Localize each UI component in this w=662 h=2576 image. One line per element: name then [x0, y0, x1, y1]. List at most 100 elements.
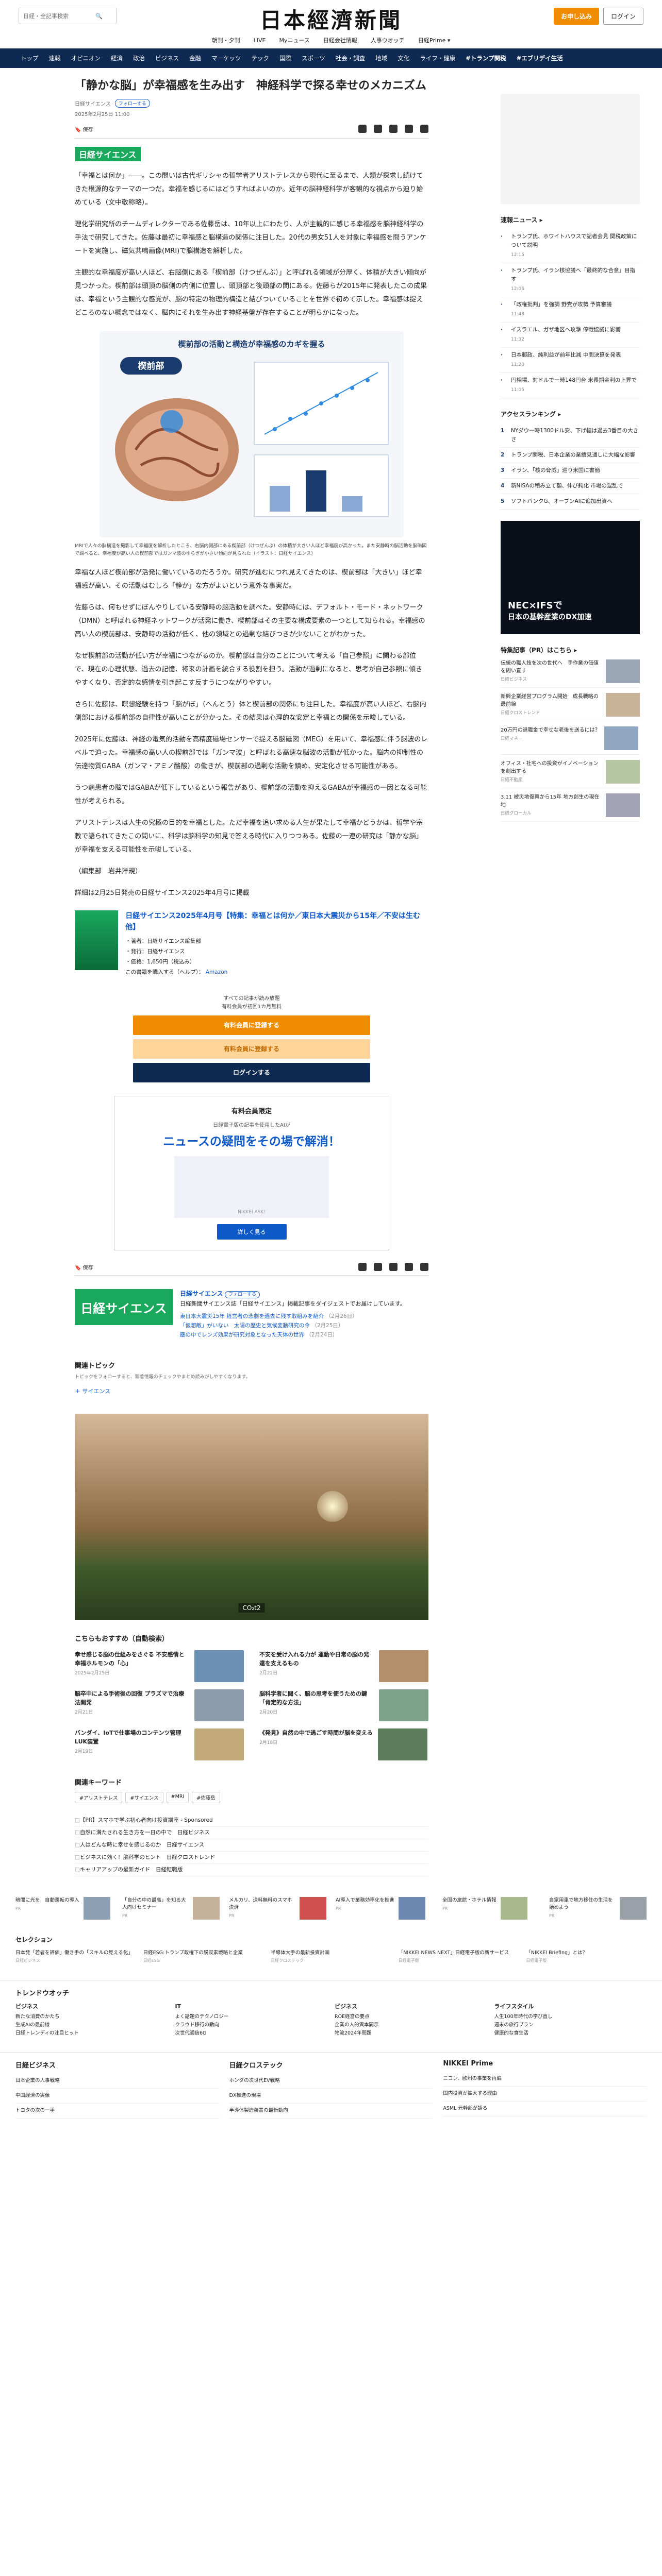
trend-link[interactable]: 週末の旅行プラン [494, 2021, 647, 2029]
news-item[interactable]: · イスラエル、ガザ地区へ攻撃 停戦協議に影響 11:32 [501, 323, 640, 348]
subscribe-button[interactable]: お申し込み [553, 7, 599, 25]
video-player[interactable]: CO₂t2 [75, 1414, 428, 1620]
selection-item[interactable]: 日本発「若者を評価」働き手の「スキルの見える化」 日経ビジネス [15, 1949, 136, 1964]
source-name[interactable]: 日経サイエンス [180, 1290, 223, 1297]
subnav-item[interactable]: Myニュース [279, 36, 309, 44]
trend-link[interactable]: 物流2024年問題 [335, 2029, 487, 2038]
trend-link[interactable]: ROE経営の要点 [335, 2013, 487, 2021]
x-share-icon[interactable] [389, 1263, 398, 1271]
ranking-item[interactable]: 1 NYダウ一時1300ドル安、下げ幅は過去3番目の大きさ [501, 423, 640, 448]
source-article-link[interactable]: 「仮想敵」がいない 太陽の歴史と気候変動研究の今 （2月25日） [180, 1321, 406, 1330]
selection-item[interactable]: 「NIKKEI Briefing」とは？ 日経電子版 [526, 1949, 647, 1964]
pr-cell[interactable]: AI導入で業務効率化を推進 PR [336, 1897, 433, 1920]
selection-item[interactable]: 日経ESG:トランプ政権下の脱炭素戦略と企業 日経ESG [143, 1949, 264, 1964]
pr-link[interactable]: ビジネスに効く！脳科学のヒント 日経クロストレンド [75, 1852, 428, 1864]
facebook-share-icon[interactable] [405, 1263, 413, 1271]
special-item[interactable]: 伝統の職人技を次の世代へ 手作業の価値を問い直す 日経ビジネス [501, 659, 640, 688]
nav-item[interactable]: マーケッツ [211, 54, 241, 62]
print-icon[interactable] [358, 1263, 367, 1271]
nav-item[interactable]: 社会・調査 [336, 54, 366, 62]
sidebar-ad[interactable] [501, 94, 640, 204]
news-item[interactable]: · 「政権批判」を強調 野党が攻勢 予算審議 11:48 [501, 297, 640, 323]
nav-item[interactable]: 政治 [133, 54, 145, 62]
pr-cell[interactable]: 「自分の中の最高」を知る大人向けセミナー PR [122, 1897, 220, 1920]
subnav-item[interactable]: 日経会社情報 [323, 36, 357, 44]
brand-title[interactable]: 日経クロステック [229, 2060, 433, 2070]
selection-item[interactable]: 半導体大手の最新投資計画 日経クロステック [271, 1949, 391, 1964]
news-item[interactable]: · 日本郵政、純利益が前年比減 中間決算を発表 11:20 [501, 348, 640, 373]
nav-item[interactable]: 速報 [49, 54, 61, 62]
source-article-link[interactable]: 東日本大震災15年 経営者の悲劇を過去に残す取組みを紹介 （2月26日） [180, 1312, 406, 1321]
brand-link[interactable]: 中国経済の実像 [15, 2089, 219, 2104]
print-icon[interactable] [358, 125, 367, 133]
trend-link[interactable]: 日経トレンディの注目ヒット [15, 2029, 168, 2038]
search-box[interactable]: 🔍 [19, 8, 117, 24]
selection-item[interactable]: 「NIKKEI NEWS NEXT」日経電子版の新サービス 日経電子版 [399, 1949, 519, 1964]
follow-button[interactable]: フォローする [114, 99, 150, 108]
reco-item[interactable]: 脳卒中による手術後の回復 プラズマで治療法開発 2月21日 [75, 1689, 244, 1721]
keyword-chip[interactable]: #MRI [166, 1792, 189, 1803]
source-logo[interactable]: 日経サイエンス [75, 1289, 173, 1325]
ranking-item[interactable]: 4 新NISAの積み立て額、伸び鈍化 市場の混乱で [501, 479, 640, 494]
save-button[interactable]: 🔖 保存 [75, 125, 93, 133]
share-icon[interactable] [374, 1263, 382, 1271]
ranking-item[interactable]: 3 イラン、「核の脅威」巡り米国に書簡 [501, 463, 640, 479]
site-logo[interactable]: 日本經濟新聞 [260, 3, 402, 35]
subnav-item[interactable]: 朝刊・夕刊 [212, 36, 240, 44]
nav-item[interactable]: ライフ・健康 [420, 54, 455, 62]
reco-item[interactable]: 《発見》自然の中で過ごす時間が脳を変える 2月18日 [259, 1728, 428, 1760]
pr-link[interactable]: キャリアアップの最新ガイド 日経転職版 [75, 1864, 428, 1876]
pr-cell[interactable]: メルカリ、送料無料のスマホ決済 PR [229, 1897, 326, 1920]
facebook-share-icon[interactable] [405, 125, 413, 133]
trend-link[interactable]: 生成AIの最前線 [15, 2021, 168, 2029]
brand-title[interactable]: 日経ビジネス [15, 2060, 219, 2070]
reco-item[interactable]: バンダイ、IoTで仕事場のコンテンツ管理 LUK装置 2月19日 [75, 1728, 244, 1760]
ranking-item[interactable]: 5 ソフトバンクG、オープンAIに追加出資へ [501, 494, 640, 510]
trend-link[interactable]: 新たな消費のかたち [15, 2013, 168, 2021]
login-button[interactable]: ログイン [603, 7, 643, 25]
register-button[interactable]: 有料会員に登録する [133, 1015, 370, 1035]
nav-item[interactable]: #トランプ関税 [466, 54, 506, 62]
source-link[interactable]: 日経サイエンス [75, 99, 111, 107]
special-title[interactable]: 特集記事（PR）はこちら ▸ [501, 646, 640, 654]
trend-link[interactable]: クラウド移行の動向 [175, 2021, 328, 2029]
reco-item[interactable]: 脳科学者に聞く、脳の思考を使うための鍵「肯定的な方法」 2月20日 [259, 1689, 428, 1721]
trend-link[interactable]: 健康的な食生活 [494, 2029, 647, 2038]
pr-cell[interactable]: 自家用車で地方移住の生活を始めよう PR [549, 1897, 647, 1920]
reco-item[interactable]: 不安を受け入れる力が 運動や日常の脳の発達を支えるもの 2月22日 [259, 1650, 428, 1682]
trend-link[interactable]: 次世代通信6G [175, 2029, 328, 2038]
topic-follow-chip[interactable]: ＋ サイエンス [75, 1387, 110, 1395]
brand-link[interactable]: ASML 元幹部が語る [443, 2102, 647, 2116]
nec-ad-banner[interactable]: NEC×IFSで 日本の基幹産業のDX加速 [501, 521, 640, 634]
amazon-link[interactable]: Amazon [206, 969, 227, 975]
brand-link[interactable]: DX推進の現場 [229, 2089, 433, 2104]
brand-link[interactable]: 国内投資が拡大する理由 [443, 2087, 647, 2102]
trend-link[interactable]: 人生100年時代の学び直し [494, 2013, 647, 2021]
book-cover-image[interactable] [75, 910, 119, 970]
keyword-chip[interactable]: #アリストテレス [75, 1792, 123, 1803]
brand-link[interactable]: トヨタの次の一手 [15, 2104, 219, 2119]
brand-title[interactable]: NIKKEI Prime [443, 2060, 647, 2067]
trend-link[interactable]: よく話題のテクノロジー [175, 2013, 328, 2021]
subnav-item[interactable]: 日経Prime ▾ [418, 36, 451, 44]
nav-item[interactable]: トップ [21, 54, 39, 62]
trend-link[interactable]: 企業の人的資本開示 [335, 2021, 487, 2029]
subnav-item[interactable]: LIVE [254, 37, 266, 44]
nav-item[interactable]: 国際 [279, 54, 291, 62]
access-ranking-title[interactable]: アクセスランキング ▸ [501, 410, 640, 418]
special-item[interactable]: オフィス・社宅への投資がイノベーションを創出する 日経不動産 [501, 760, 640, 788]
login-cta-button[interactable]: ログインする [133, 1063, 370, 1082]
save-button[interactable]: 🔖 保存 [75, 1263, 93, 1271]
news-title[interactable]: 速報ニュース ▸ [501, 215, 640, 224]
search-input[interactable] [23, 12, 95, 20]
news-item[interactable]: · トランプ氏、イラン核協議へ「最終的な合意」目指す 12:06 [501, 263, 640, 297]
nav-item[interactable]: スポーツ [302, 54, 325, 62]
brand-link[interactable]: ニコン、欧州の事業を再編 [443, 2072, 647, 2087]
ranking-item[interactable]: 2 トランプ関税、日本企業の業績見通しに大幅な影響 [501, 448, 640, 463]
nav-item[interactable]: 地域 [375, 54, 387, 62]
nav-item[interactable]: テック [252, 54, 270, 62]
special-item[interactable]: 3.11 被災地復興から15年 地方創生の現在地 日経グローカル [501, 793, 640, 822]
x-share-icon[interactable] [389, 125, 398, 133]
nav-item[interactable]: 文化 [398, 54, 409, 62]
keyword-chip[interactable]: #サイエンス [125, 1792, 163, 1803]
